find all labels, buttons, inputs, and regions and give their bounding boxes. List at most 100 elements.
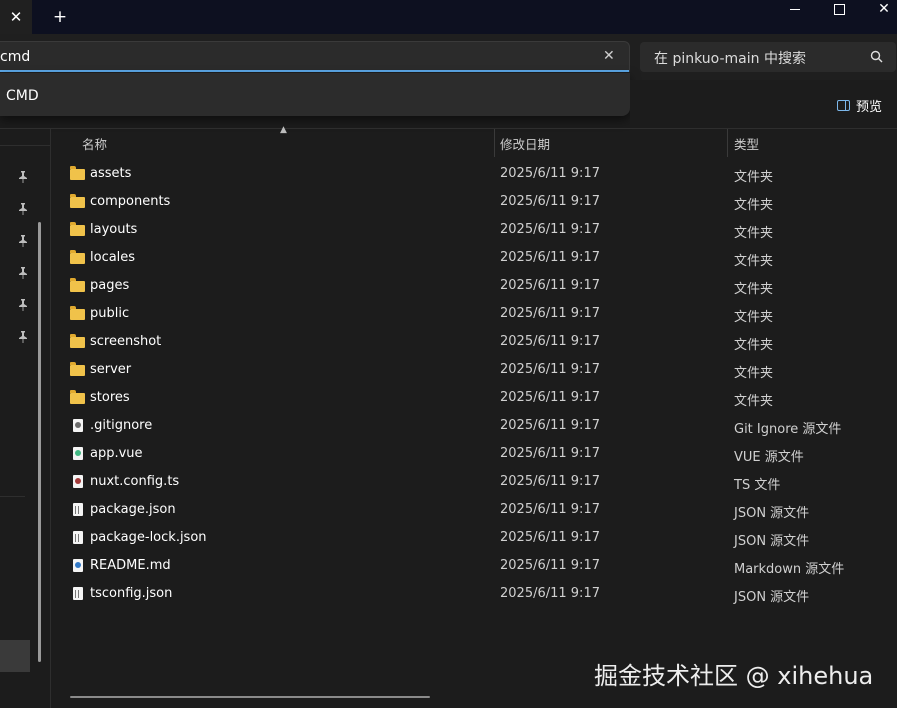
column-divider[interactable] bbox=[494, 129, 495, 157]
close-tab-icon[interactable]: ✕ bbox=[0, 0, 32, 34]
file-name: README.md bbox=[90, 558, 171, 573]
file-type: 文件夹 bbox=[734, 394, 774, 409]
file-date: 2025/6/11 9:17 bbox=[500, 222, 600, 237]
file-name: stores bbox=[90, 390, 130, 405]
divider bbox=[0, 496, 25, 497]
maximize-button[interactable] bbox=[816, 0, 862, 18]
vue-file-icon bbox=[70, 447, 86, 461]
divider bbox=[0, 145, 50, 146]
suggestion-item[interactable]: CMD bbox=[6, 88, 39, 104]
file-type: 文件夹 bbox=[734, 254, 774, 269]
preview-pane-icon bbox=[837, 100, 850, 111]
table-row[interactable]: tsconfig.json 2025/6/11 9:17 JSON 源文件 bbox=[50, 580, 897, 608]
file-type: Markdown 源文件 bbox=[734, 562, 845, 577]
sort-ascending-icon: ▲ bbox=[280, 125, 287, 135]
file-type: TS 文件 bbox=[734, 478, 781, 493]
watermark: 掘金技术社区 @ xihehua bbox=[594, 662, 874, 690]
clear-icon[interactable]: ✕ bbox=[603, 48, 615, 64]
table-row[interactable]: .gitignore 2025/6/11 9:17 Git Ignore 源文件 bbox=[50, 412, 897, 440]
column-header-type[interactable]: 类型 bbox=[734, 129, 759, 157]
search-input[interactable]: 在 pinkuo-main 中搜索 bbox=[640, 42, 896, 72]
file-type: 文件夹 bbox=[734, 310, 774, 325]
gitignore-file-icon bbox=[70, 419, 86, 433]
table-row[interactable]: stores 2025/6/11 9:17 文件夹 bbox=[50, 384, 897, 412]
address-input-text[interactable]: cmd bbox=[0, 49, 30, 65]
folder-icon bbox=[70, 362, 86, 377]
search-icon[interactable] bbox=[870, 50, 883, 63]
sidebar-scrollbar[interactable] bbox=[38, 222, 41, 662]
column-header-name[interactable]: 名称 bbox=[82, 129, 107, 157]
address-suggestions: CMD bbox=[0, 73, 630, 116]
table-row[interactable]: server 2025/6/11 9:17 文件夹 bbox=[50, 356, 897, 384]
table-row[interactable]: nuxt.config.ts 2025/6/11 9:17 TS 文件 bbox=[50, 468, 897, 496]
table-row[interactable]: app.vue 2025/6/11 9:17 VUE 源文件 bbox=[50, 440, 897, 468]
file-name: layouts bbox=[90, 222, 138, 237]
table-row[interactable]: pages 2025/6/11 9:17 文件夹 bbox=[50, 272, 897, 300]
folder-icon bbox=[70, 334, 86, 349]
column-header-date[interactable]: 修改日期 bbox=[500, 129, 550, 157]
file-type: JSON 源文件 bbox=[734, 506, 810, 521]
file-type: 文件夹 bbox=[734, 170, 774, 185]
table-row[interactable]: package-lock.json 2025/6/11 9:17 JSON 源文件 bbox=[50, 524, 897, 552]
file-date: 2025/6/11 9:17 bbox=[500, 166, 600, 181]
table-row[interactable]: locales 2025/6/11 9:17 文件夹 bbox=[50, 244, 897, 272]
table-row[interactable]: assets 2025/6/11 9:17 文件夹 bbox=[50, 160, 897, 188]
file-date: 2025/6/11 9:17 bbox=[500, 586, 600, 601]
file-type: JSON 源文件 bbox=[734, 534, 810, 549]
pin-icon[interactable] bbox=[16, 266, 30, 280]
file-date: 2025/6/11 9:17 bbox=[500, 446, 600, 461]
ts-file-icon bbox=[70, 475, 86, 489]
close-icon: ✕ bbox=[878, 1, 890, 17]
file-date: 2025/6/11 9:17 bbox=[500, 390, 600, 405]
folder-icon bbox=[70, 306, 86, 321]
file-date: 2025/6/11 9:17 bbox=[500, 558, 600, 573]
folder-icon bbox=[70, 390, 86, 405]
divider bbox=[0, 128, 897, 129]
address-input[interactable]: cmd ✕ bbox=[0, 41, 630, 72]
file-type: JSON 源文件 bbox=[734, 590, 810, 605]
minimize-button[interactable] bbox=[772, 0, 818, 18]
file-name: package.json bbox=[90, 502, 176, 517]
table-row[interactable]: package.json 2025/6/11 9:17 JSON 源文件 bbox=[50, 496, 897, 524]
file-date: 2025/6/11 9:17 bbox=[500, 362, 600, 377]
pin-icon[interactable] bbox=[16, 170, 30, 184]
file-type: 文件夹 bbox=[734, 282, 774, 297]
json-file-icon bbox=[70, 503, 86, 517]
table-row[interactable]: components 2025/6/11 9:17 文件夹 bbox=[50, 188, 897, 216]
file-name: nuxt.config.ts bbox=[90, 474, 180, 489]
pin-icon[interactable] bbox=[16, 330, 30, 344]
pin-icon[interactable] bbox=[16, 202, 30, 216]
file-date: 2025/6/11 9:17 bbox=[500, 502, 600, 517]
file-name: .gitignore bbox=[90, 418, 153, 433]
pin-icon[interactable] bbox=[16, 234, 30, 248]
file-name: app.vue bbox=[90, 446, 143, 461]
table-row[interactable]: layouts 2025/6/11 9:17 文件夹 bbox=[50, 216, 897, 244]
horizontal-scrollbar[interactable] bbox=[70, 696, 430, 698]
pin-icon[interactable] bbox=[16, 298, 30, 312]
json-file-icon bbox=[70, 587, 86, 601]
sidebar-selected-item[interactable] bbox=[0, 640, 30, 672]
file-date: 2025/6/11 9:17 bbox=[500, 530, 600, 545]
table-row[interactable]: README.md 2025/6/11 9:17 Markdown 源文件 bbox=[50, 552, 897, 580]
column-divider[interactable] bbox=[727, 129, 728, 157]
table-row[interactable]: screenshot 2025/6/11 9:17 文件夹 bbox=[50, 328, 897, 356]
close-window-button[interactable]: ✕ bbox=[861, 0, 897, 18]
table-row[interactable]: public 2025/6/11 9:17 文件夹 bbox=[50, 300, 897, 328]
file-type: 文件夹 bbox=[734, 198, 774, 213]
file-date: 2025/6/11 9:17 bbox=[500, 334, 600, 349]
file-type: 文件夹 bbox=[734, 338, 774, 353]
preview-button[interactable]: 预览 bbox=[837, 96, 882, 115]
folder-icon bbox=[70, 250, 86, 265]
file-date: 2025/6/11 9:17 bbox=[500, 306, 600, 321]
file-type: 文件夹 bbox=[734, 366, 774, 381]
file-date: 2025/6/11 9:17 bbox=[500, 418, 600, 433]
file-name: package-lock.json bbox=[90, 530, 207, 545]
file-name: screenshot bbox=[90, 334, 162, 349]
folder-icon bbox=[70, 166, 86, 181]
folder-icon bbox=[70, 194, 86, 209]
preview-label: 预览 bbox=[856, 100, 883, 115]
file-name: tsconfig.json bbox=[90, 586, 173, 601]
file-date: 2025/6/11 9:17 bbox=[500, 278, 600, 293]
folder-icon bbox=[70, 222, 86, 237]
new-tab-button[interactable]: + bbox=[48, 0, 72, 34]
